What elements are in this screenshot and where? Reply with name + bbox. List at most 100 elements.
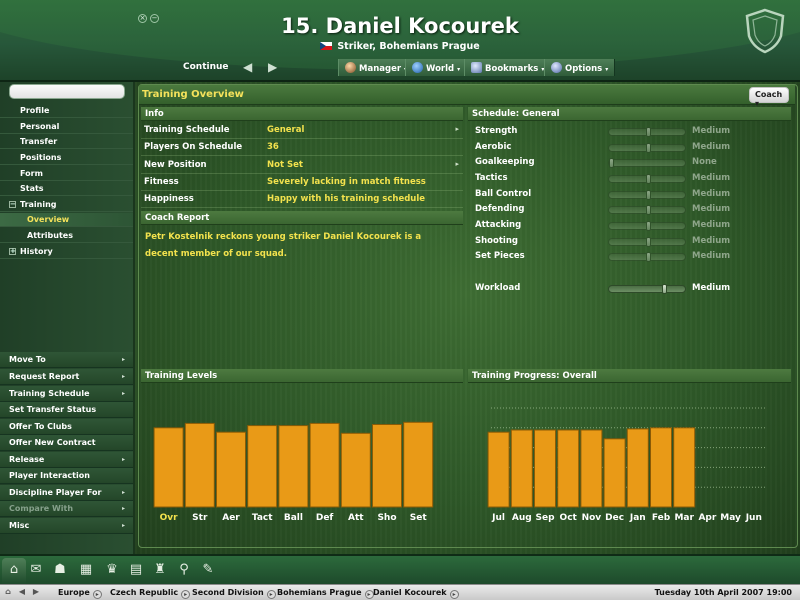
action-move-to[interactable]: Move To ▸ — [0, 352, 133, 368]
breadcrumb-club[interactable]: Bohemians Prague ▸ — [277, 588, 374, 599]
world-menu[interactable]: World ▾ — [405, 59, 468, 76]
search-input[interactable] — [9, 84, 125, 99]
slider-handle[interactable] — [645, 221, 651, 231]
status-home-icon[interactable]: ⌂ — [2, 587, 14, 598]
training-slider[interactable] — [608, 174, 686, 184]
expand-icon[interactable]: + — [9, 248, 16, 255]
slider-handle[interactable] — [645, 205, 651, 215]
slider-handle[interactable] — [645, 174, 651, 184]
training-slider[interactable] — [608, 143, 686, 153]
collapse-icon[interactable]: − — [9, 201, 16, 208]
player-subtitle: Striker, Bohemians Prague — [0, 41, 800, 52]
bar-nov[interactable] — [580, 429, 603, 508]
bar-att[interactable] — [340, 432, 371, 508]
bar-aug[interactable] — [510, 429, 533, 508]
sidebar-item-history[interactable]: + History — [0, 245, 133, 259]
action-discipline-player-for[interactable]: Discipline Player For ▸ — [0, 485, 133, 501]
bar-ovr[interactable] — [153, 427, 184, 508]
info-row-new-position[interactable]: New Position Not Set ▸ — [141, 157, 463, 174]
dropdown-arrow-icon[interactable]: ▸ — [455, 125, 459, 133]
dropdown-arrow-icon[interactable]: ▸ — [455, 160, 459, 168]
bookmarks-menu[interactable]: Bookmarks ▾ — [464, 59, 552, 76]
breadcrumb-country[interactable]: Czech Republic ▸ — [110, 588, 191, 599]
training-slider[interactable] — [608, 252, 686, 262]
action-training-schedule[interactable]: Training Schedule ▸ — [0, 386, 133, 402]
breadcrumb-label: Bohemians Prague — [277, 588, 362, 597]
bar-tact[interactable] — [247, 425, 278, 508]
continue-button[interactable]: Continue — [183, 62, 229, 72]
sidebar-item-positions[interactable]: Positions — [0, 151, 133, 165]
game-date[interactable]: Tuesday 10th April 2007 19:00 — [655, 588, 792, 597]
team-icon[interactable]: ☗ — [52, 562, 68, 578]
home-icon[interactable]: ⌂ — [6, 562, 22, 578]
back-arrow-icon[interactable]: ◀ — [243, 60, 252, 74]
bar-sep[interactable] — [534, 429, 556, 508]
action-player-interaction[interactable]: Player Interaction — [0, 468, 133, 484]
slider-handle[interactable] — [661, 284, 667, 294]
schedule-row-goalkeeping: Goalkeeping None — [470, 157, 790, 172]
training-slider[interactable] — [608, 221, 686, 231]
action-request-report[interactable]: Request Report ▸ — [0, 369, 133, 385]
info-row-training-schedule[interactable]: Training Schedule General ▸ — [141, 122, 463, 139]
sidebar-item-training[interactable]: − Training — [0, 198, 133, 212]
training-slider[interactable] — [608, 190, 686, 200]
trophy-icon[interactable]: ♛ — [104, 562, 120, 578]
news-icon[interactable]: ▤ — [128, 562, 144, 578]
bar-def[interactable] — [309, 422, 340, 508]
search-icon[interactable]: ⚲ — [176, 562, 192, 578]
forward-arrow-icon[interactable]: ▶ — [268, 60, 277, 74]
bar-oct[interactable] — [557, 429, 580, 508]
sidebar-item-overview[interactable]: Overview — [0, 213, 133, 227]
bar-aer[interactable] — [216, 431, 246, 508]
bar-feb[interactable] — [650, 427, 672, 508]
slider-handle[interactable] — [645, 143, 651, 153]
training-slider[interactable] — [608, 237, 686, 247]
bar-str[interactable] — [184, 422, 215, 508]
bar-jan[interactable] — [626, 428, 649, 508]
bar-mar[interactable] — [673, 427, 696, 508]
training-slider[interactable] — [608, 205, 686, 215]
action-set-transfer-status[interactable]: Set Transfer Status — [0, 402, 133, 418]
sidebar-item-stats[interactable]: Stats — [0, 182, 133, 196]
action-label: Request Report — [9, 372, 80, 381]
action-misc[interactable]: Misc ▸ — [0, 518, 133, 534]
tactics-icon[interactable]: ♜ — [152, 562, 168, 578]
sidebar-item-personal[interactable]: Personal — [0, 120, 133, 134]
breadcrumb-europe[interactable]: Europe ▸ — [58, 588, 102, 599]
slider-handle[interactable] — [645, 190, 651, 200]
info-row-happiness: Happiness Happy with his training schedul… — [141, 191, 463, 208]
bar-jul[interactable] — [487, 431, 510, 508]
bookmarks-icon — [471, 62, 482, 73]
slider-handle[interactable] — [645, 252, 651, 262]
action-offer-new-contract[interactable]: Offer New Contract — [0, 435, 133, 451]
slider-handle[interactable] — [645, 237, 651, 247]
training-slider[interactable] — [608, 158, 686, 168]
status-back-icon[interactable]: ◀ — [16, 587, 28, 598]
info-row-fitness: Fitness Severely lacking in match fitness — [141, 174, 463, 191]
sidebar-item-profile[interactable]: Profile — [0, 104, 133, 118]
breadcrumb-player[interactable]: Daniel Kocourek ▸ — [373, 588, 459, 599]
action-offer-to-clubs[interactable]: Offer To Clubs — [0, 419, 133, 435]
notes-icon[interactable]: ✎ — [200, 562, 216, 578]
sidebar-item-attributes[interactable]: Attributes — [0, 229, 133, 243]
tick-label-may: May — [720, 513, 741, 523]
bar-set[interactable] — [403, 421, 434, 508]
slider-handle[interactable] — [609, 158, 614, 168]
status-forward-icon[interactable]: ▶ — [30, 587, 42, 598]
training-slider[interactable] — [608, 284, 686, 294]
bar-sho[interactable] — [372, 424, 402, 508]
bar-dec[interactable] — [603, 438, 626, 508]
options-menu[interactable]: Options ▾ — [544, 59, 616, 76]
scout-icon[interactable]: ▦ — [78, 562, 94, 578]
coach-dropdown-button[interactable]: Coach ▾ — [749, 87, 789, 108]
training-slider[interactable] — [608, 127, 686, 137]
training-levels-header: Training Levels — [141, 369, 463, 383]
action-release[interactable]: Release ▸ — [0, 452, 133, 468]
sidebar-item-transfer[interactable]: Transfer — [0, 135, 133, 149]
breadcrumb-division[interactable]: Second Division ▸ — [192, 588, 276, 599]
slider-handle[interactable] — [645, 127, 651, 137]
sidebar-item-form[interactable]: Form — [0, 167, 133, 181]
inbox-icon[interactable]: ✉ — [28, 562, 44, 578]
bar-ball[interactable] — [278, 425, 309, 508]
manager-menu[interactable]: Manager▾ — [338, 59, 415, 76]
